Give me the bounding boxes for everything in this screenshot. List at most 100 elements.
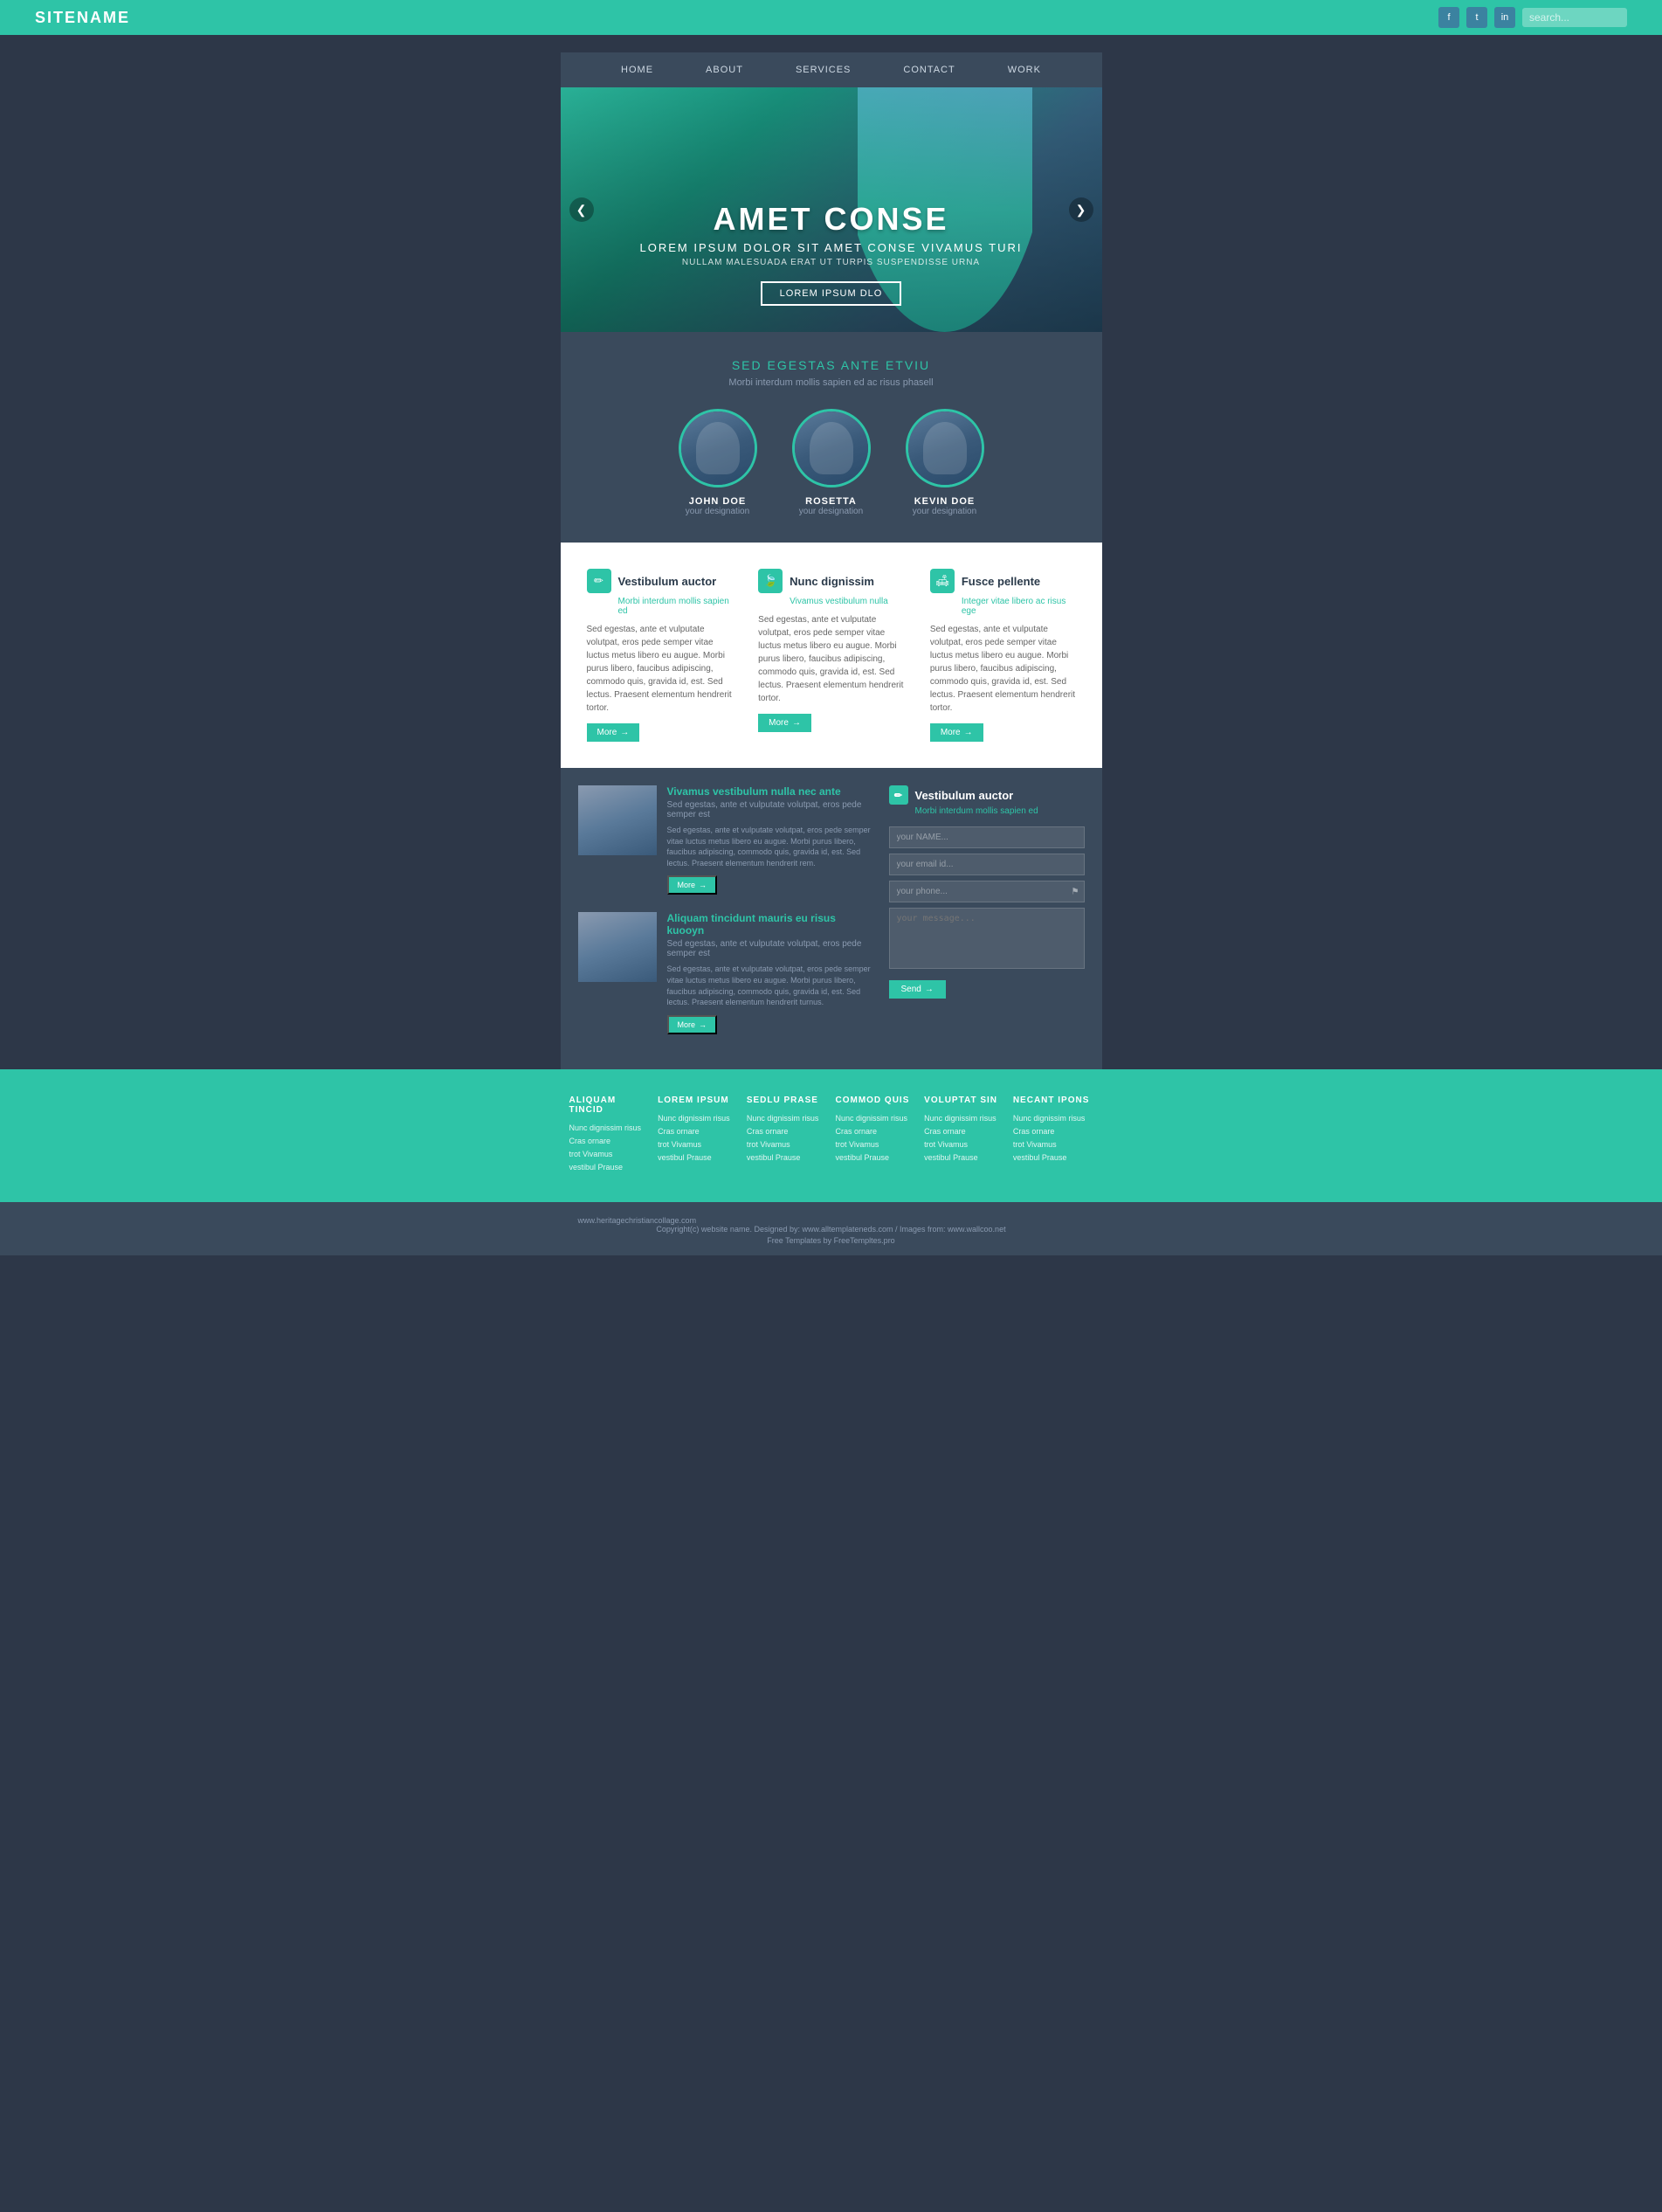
post-thumb-inner-1: [578, 912, 657, 982]
footer-link-0-2[interactable]: trot Vivamus: [569, 1150, 650, 1158]
phone-flag-icon: ⚑: [1072, 887, 1079, 896]
avatar-figure-1: [810, 422, 853, 474]
nav-about[interactable]: ABOUT: [706, 65, 743, 75]
post-thumb-0: [578, 785, 657, 855]
footer-link-0-0[interactable]: Nunc dignissim risus: [569, 1123, 650, 1132]
footer-link-3-2[interactable]: trot Vivamus: [835, 1140, 915, 1149]
hero-prev-button[interactable]: ❮: [569, 197, 594, 222]
post-more-button-1[interactable]: More →: [667, 1015, 718, 1034]
footer-link-5-1[interactable]: Cras ornare: [1013, 1127, 1093, 1136]
footer-link-4-2[interactable]: trot Vivamus: [924, 1140, 1004, 1149]
service-item-1: 🍃 Nunc dignissim Vivamus vestibulum null…: [758, 569, 904, 742]
search-input[interactable]: [1522, 8, 1627, 27]
avatar-figure-0: [696, 422, 740, 474]
post-title-1: Aliquam tincidunt mauris eu risus kuooyn: [667, 912, 872, 937]
service-item-2: 🛋 Fusce pellente Integer vitae libero ac…: [930, 569, 1076, 742]
footer-inner: ALIQUAM TINCID Nunc dignissim risus Cras…: [561, 1096, 1102, 1176]
member-avatar-inner-0: [681, 411, 755, 485]
footer-link-2-2[interactable]: trot Vivamus: [747, 1140, 827, 1149]
hero-sub2: NULLAM MALESUADA ERAT UT TURPIS SUSPENDI…: [640, 258, 1023, 267]
site-name: SITENAME: [35, 9, 130, 27]
footer-link-1-0[interactable]: Nunc dignissim risus: [658, 1114, 738, 1123]
blog-posts: Vivamus vestibulum nulla nec ante Sed eg…: [578, 785, 872, 1052]
footer-link-4-0[interactable]: Nunc dignissim risus: [924, 1114, 1004, 1123]
footer-col-2: SEDLU PRASE Nunc dignissim risus Cras or…: [747, 1096, 827, 1176]
service-more-button-0[interactable]: More →: [587, 723, 640, 742]
nav-contact[interactable]: CONTACT: [903, 65, 955, 75]
footer-col-title-0: ALIQUAM TINCID: [569, 1096, 650, 1115]
contact-email-input[interactable]: [889, 854, 1085, 875]
footer-link-3-3[interactable]: vestibul Prause: [835, 1153, 915, 1162]
team-members: JOHN DOE your designation ROSETTA your d…: [578, 409, 1085, 516]
footer-link-0-3[interactable]: vestibul Prause: [569, 1163, 650, 1172]
service-title-0: Vestibulum auctor: [618, 575, 717, 588]
hero-next-button[interactable]: ❯: [1069, 197, 1093, 222]
services-grid: ✏ Vestibulum auctor Morbi interdum molli…: [587, 569, 1076, 742]
footer-col-title-4: VOLUPTAT SIN: [924, 1096, 1004, 1105]
main-content: HOME ABOUT SERVICES CONTACT WORK ❮ AMET …: [561, 52, 1102, 1069]
blog-contact-section: Vivamus vestibulum nulla nec ante Sed eg…: [561, 768, 1102, 1069]
nav-services[interactable]: SERVICES: [796, 65, 851, 75]
footer-link-3-1[interactable]: Cras ornare: [835, 1127, 915, 1136]
service-icon-1: 🍃: [758, 569, 783, 593]
service-more-button-2[interactable]: More →: [930, 723, 983, 742]
send-button[interactable]: Send →: [889, 980, 946, 999]
service-text-0: Sed egestas, ante et vulputate volutpat,…: [587, 623, 733, 715]
contact-phone-input[interactable]: [889, 881, 1085, 902]
contact-name-input[interactable]: [889, 826, 1085, 848]
contact-icon: ✏: [889, 785, 908, 805]
hero-cta-button[interactable]: LOREM IPSUM DLO: [761, 281, 902, 306]
nav-work[interactable]: WORK: [1008, 65, 1041, 75]
footer-link-3-0[interactable]: Nunc dignissim risus: [835, 1114, 915, 1123]
post-subtitle-0: Sed egestas, ante et vulputate volutpat,…: [667, 800, 872, 819]
footer-link-4-3[interactable]: vestibul Prause: [924, 1153, 1004, 1162]
post-thumb-1: [578, 912, 657, 982]
footer-col-1: LOREM IPSUM Nunc dignissim risus Cras or…: [658, 1096, 738, 1176]
service-header-0: ✏ Vestibulum auctor: [587, 569, 733, 593]
footer-link-1-3[interactable]: vestibul Prause: [658, 1153, 738, 1162]
footer-link-2-0[interactable]: Nunc dignissim risus: [747, 1114, 827, 1123]
footer-bottom-inner: www.heritagechristiancollage.com Copyrig…: [561, 1216, 1102, 1245]
footer-link-5-3[interactable]: vestibul Prause: [1013, 1153, 1093, 1162]
footer-col-3: COMMOD QUIS Nunc dignissim risus Cras or…: [835, 1096, 915, 1176]
team-section-subtitle: Morbi interdum mollis sapien ed ac risus…: [578, 377, 1085, 388]
footer-website: www.heritagechristiancollage.com: [578, 1216, 1085, 1225]
facebook-icon[interactable]: f: [1438, 7, 1459, 28]
service-icon-0: ✏: [587, 569, 611, 593]
service-more-button-1[interactable]: More →: [758, 714, 811, 732]
footer-link-5-2[interactable]: trot Vivamus: [1013, 1140, 1093, 1149]
member-avatar-inner-1: [795, 411, 868, 485]
service-title-1: Nunc dignissim: [790, 575, 874, 588]
footer-col-4: VOLUPTAT SIN Nunc dignissim risus Cras o…: [924, 1096, 1004, 1176]
hero-content: AMET CONSE LOREM IPSUM DOLOR SIT AMET CO…: [640, 201, 1023, 306]
footer-free-templates: Free Templates by FreeTempltes.pro: [578, 1236, 1085, 1245]
nav-home[interactable]: HOME: [621, 65, 653, 75]
footer-link-5-0[interactable]: Nunc dignissim risus: [1013, 1114, 1093, 1123]
member-role-1: your designation: [799, 507, 863, 516]
footer-link-2-1[interactable]: Cras ornare: [747, 1127, 827, 1136]
service-text-1: Sed egestas, ante et vulputate volutpat,…: [758, 613, 904, 705]
post-title-0: Vivamus vestibulum nulla nec ante: [667, 785, 872, 798]
footer-link-1-1[interactable]: Cras ornare: [658, 1127, 738, 1136]
twitter-icon[interactable]: t: [1466, 7, 1487, 28]
member-avatar-0: [679, 409, 757, 487]
contact-title: ✏ Vestibulum auctor: [889, 785, 1085, 805]
post-more-button-0[interactable]: More →: [667, 875, 718, 895]
footer-link-2-3[interactable]: vestibul Prause: [747, 1153, 827, 1162]
footer-link-1-2[interactable]: trot Vivamus: [658, 1140, 738, 1149]
top-bar: SITENAME f t in: [0, 0, 1662, 35]
team-member-2: KEVIN DOE your designation: [906, 409, 984, 516]
footer-link-0-1[interactable]: Cras ornare: [569, 1137, 650, 1145]
team-section-title: SED EGESTAS ANTE ETVIU: [578, 358, 1085, 372]
linkedin-icon[interactable]: in: [1494, 7, 1515, 28]
blog-post-1: Aliquam tincidunt mauris eu risus kuooyn…: [578, 912, 872, 1033]
top-right: f t in: [1438, 7, 1627, 28]
blog-post-0: Vivamus vestibulum nulla nec ante Sed eg…: [578, 785, 872, 895]
contact-message-input[interactable]: [889, 908, 1085, 969]
footer-col-title-3: COMMOD QUIS: [835, 1096, 915, 1105]
avatar-figure-2: [923, 422, 967, 474]
service-title-2: Fusce pellente: [962, 575, 1040, 588]
footer-link-4-1[interactable]: Cras ornare: [924, 1127, 1004, 1136]
member-name-1: ROSETTA: [805, 496, 857, 507]
service-header-2: 🛋 Fusce pellente: [930, 569, 1076, 593]
